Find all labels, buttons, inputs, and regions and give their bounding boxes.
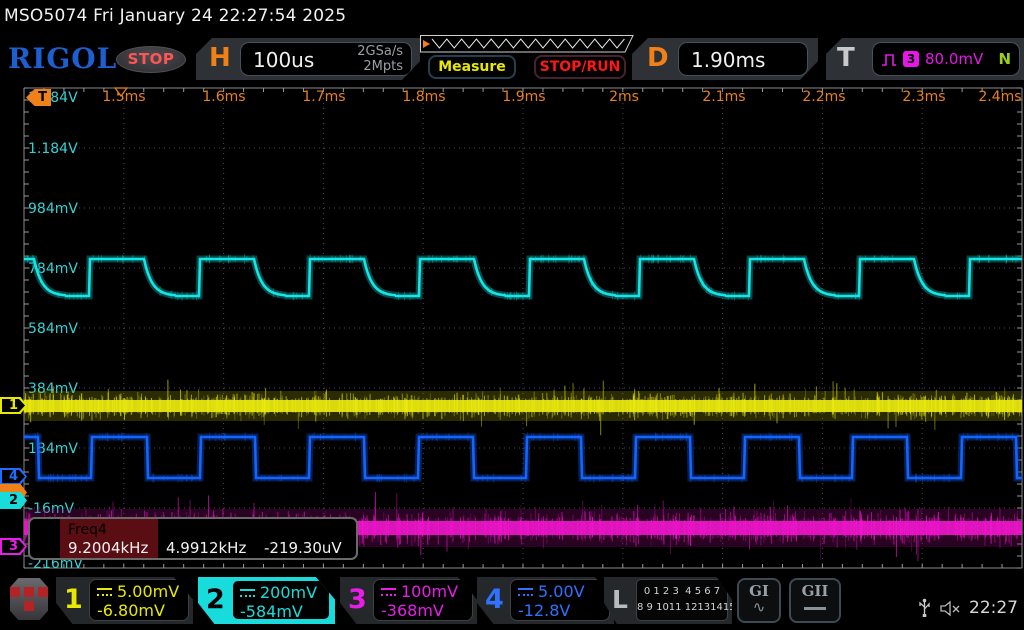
axis-labels: 1.5ms1.6ms1.7ms1.8ms1.9ms2ms2.1ms2.2ms2.… bbox=[28, 88, 1022, 572]
channel2-offset: -584mV bbox=[240, 602, 303, 621]
channel1-offset: -6.80mV bbox=[97, 601, 165, 620]
ch2-trace bbox=[24, 254, 1022, 301]
channel2-box[interactable]: 2 200mV -584mV bbox=[198, 577, 335, 624]
channel1-scale: 5.00mV bbox=[117, 582, 179, 601]
channel4-box[interactable]: 4 5.00V -12.8V bbox=[477, 577, 614, 624]
channel1-panel: 5.00mV -6.80mV bbox=[89, 579, 189, 621]
channel3-offset: -368mV bbox=[381, 601, 444, 620]
measurement-label: Freq4 bbox=[68, 522, 152, 539]
dc-coupling-icon bbox=[240, 589, 255, 597]
la-digits-row1: 0 1 2 3 4 5 6 7 bbox=[637, 584, 727, 600]
time-label: 2.1ms bbox=[702, 89, 745, 105]
measurement-label: Freq1 bbox=[166, 522, 250, 539]
channel3-number: 3 bbox=[348, 584, 367, 615]
usb-icon bbox=[918, 598, 931, 618]
channel3-scale: 100mV bbox=[401, 582, 458, 601]
popup-lead-cell bbox=[30, 519, 60, 558]
measurement-value: -219.30uV bbox=[264, 539, 348, 558]
channel4-scale: 5.00V bbox=[538, 582, 585, 601]
ch4-trace bbox=[24, 432, 1022, 483]
la-label: L bbox=[612, 585, 628, 614]
volt-label: 1.184V bbox=[28, 141, 78, 157]
measurement-popup[interactable]: Freq4 9.2004kHz Freq1 4.9912kHz Vavg1 -2… bbox=[28, 517, 358, 560]
channel4-offset: -12.8V bbox=[518, 601, 570, 620]
channel3-panel: 100mV -368mV bbox=[373, 579, 473, 621]
time-label: 2ms bbox=[609, 89, 639, 105]
dc-line-icon bbox=[804, 607, 826, 610]
logic-analyzer-box[interactable]: L 0 1 2 3 4 5 6 7 8 9 1011 12131415 bbox=[604, 577, 732, 624]
channel1-box[interactable]: 1 5.00mV -6.80mV bbox=[56, 577, 193, 624]
measurement-vavg1[interactable]: Vavg1 -219.30uV bbox=[256, 519, 354, 558]
gii-label: GII bbox=[791, 582, 839, 600]
dc-coupling-icon bbox=[97, 588, 112, 596]
dc-coupling-icon bbox=[518, 588, 533, 596]
time-label: 2.4ms bbox=[978, 89, 1021, 105]
clock: 22:27 bbox=[969, 598, 1018, 618]
la-digits-row2: 8 9 1011 12131415 bbox=[637, 600, 727, 616]
gi-source-button[interactable]: GI ∿ bbox=[737, 578, 781, 623]
channel2-scale: 200mV bbox=[260, 583, 317, 602]
oscilloscope-screen: 1.5ms1.6ms1.7ms1.8ms1.9ms2ms2.1ms2.2ms2.… bbox=[0, 0, 1024, 630]
time-label: 2.2ms bbox=[802, 89, 845, 105]
channel2-panel: 200mV -584mV bbox=[231, 579, 331, 621]
channel1-number: 1 bbox=[64, 584, 83, 615]
time-label: 2.3ms bbox=[902, 89, 945, 105]
sound-muted-icon[interactable] bbox=[939, 600, 961, 617]
measurement-value: 4.9912kHz bbox=[166, 539, 250, 558]
channel3-box[interactable]: 3 100mV -368mV bbox=[340, 577, 477, 624]
graticule bbox=[24, 88, 1022, 568]
time-label: 1.7ms bbox=[302, 89, 345, 105]
measurement-label: Vavg1 bbox=[264, 522, 348, 539]
la-panel: 0 1 2 3 4 5 6 7 8 9 1011 12131415 bbox=[636, 579, 728, 621]
gii-source-button[interactable]: GII bbox=[789, 578, 841, 623]
time-label: 1.8ms bbox=[402, 89, 445, 105]
volt-label: 984mV bbox=[28, 201, 78, 217]
measurement-freq1[interactable]: Freq1 4.9912kHz bbox=[158, 519, 256, 558]
status-tray: 22:27 bbox=[918, 598, 1018, 618]
measurement-value: 9.2004kHz bbox=[68, 539, 152, 558]
time-label: 1.9ms bbox=[502, 89, 545, 105]
channel4-panel: 5.00V -12.8V bbox=[510, 579, 610, 621]
channel4-number: 4 bbox=[485, 584, 504, 615]
dc-coupling-icon bbox=[381, 588, 396, 596]
sine-wave-icon: ∿ bbox=[739, 600, 779, 614]
channel2-number: 2 bbox=[206, 584, 225, 615]
time-label: 1.6ms bbox=[202, 89, 245, 105]
measurement-freq4[interactable]: Freq4 9.2004kHz bbox=[60, 519, 158, 558]
volt-label: 584mV bbox=[28, 321, 78, 337]
